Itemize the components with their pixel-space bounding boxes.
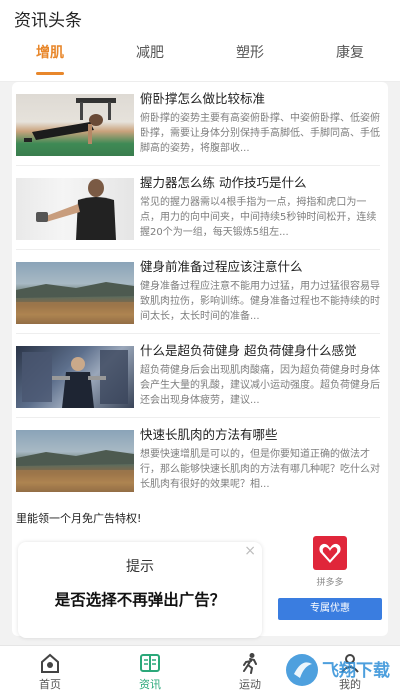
- article-text: 什么是超负荷健身 超负荷健身什么感觉 超负荷健身后会出现肌肉酸痛，因为超负荷健身…: [134, 334, 380, 416]
- profile-icon: [300, 652, 400, 674]
- list-item[interactable]: 健身前准备过程应该注意什么 健身准备过程应注意不能用力过猛，用力过猛很容易导致肌…: [16, 250, 380, 332]
- article-text: 握力器怎么练 动作技巧是什么 常见的握力器需以4根手指为一点，拇指和虎口为一点，…: [134, 166, 380, 248]
- article-summary: 健身准备过程应注意不能用力过猛，用力过猛很容易导致肌肉拉伤，影响训练。健身准备过…: [140, 281, 380, 322]
- news-icon: [100, 652, 200, 674]
- article-thumbnail: [16, 178, 134, 240]
- list-item[interactable]: 握力器怎么练 动作技巧是什么 常见的握力器需以4根手指为一点，拇指和虎口为一点，…: [16, 166, 380, 248]
- dialog-message[interactable]: 是否选择不再弹出广告？: [18, 588, 262, 610]
- article-summary: 俯卧撑的姿势主要有高姿俯卧撑、中姿俯卧撑、低姿俯卧撑，需要让身体分别保持手高脚低…: [140, 113, 380, 154]
- article-summary: 常见的握力器需以4根手指为一点，拇指和虎口为一点，用力的向中间夹，中间持续5秒钟…: [140, 197, 377, 238]
- pinduoduo-logo-icon: [313, 536, 347, 570]
- list-item[interactable]: 俯卧撑怎么做比较标准 俯卧撑的姿势主要有高姿俯卧撑、中姿俯卧撑、低姿俯卧撑，需要…: [16, 82, 380, 164]
- tab-weight-loss[interactable]: 减肥: [100, 38, 200, 81]
- page-title: 资讯头条: [14, 11, 82, 31]
- article-title: 快速长肌肉的方法有哪些: [140, 427, 278, 442]
- article-text: 健身前准备过程应该注意什么 健身准备过程应注意不能用力过猛，用力过猛很容易导致肌…: [134, 250, 380, 332]
- dialog-title: 提示: [126, 559, 154, 575]
- nav-sports[interactable]: 运动: [200, 646, 300, 693]
- tab-muscle-gain[interactable]: 增肌: [0, 38, 100, 81]
- tab-body-shaping[interactable]: 塑形: [200, 38, 300, 81]
- article-summary: 超负荷健身后会出现肌肉酸痛，因为超负荷健身时身体会产生大量的乳酸，建议减小运动强…: [140, 365, 380, 406]
- ad-banner[interactable]: 拼多多 专属优惠: [278, 536, 382, 622]
- article-summary: 想要快速增肌是可以的，但是你要知道正确的做法才行，那么能够快速长肌肉的方法有哪几…: [140, 449, 380, 490]
- article-thumbnail: [16, 430, 134, 492]
- nav-label: 运动: [239, 678, 261, 691]
- ad-brand-name: 拼多多: [316, 578, 344, 588]
- article-thumbnail: [16, 346, 134, 408]
- article-title: 健身前准备过程应该注意什么: [140, 259, 303, 274]
- tab-rehabilitation[interactable]: 康复: [300, 38, 400, 81]
- bottom-navigation: 首页 资讯 运动 我的: [0, 645, 400, 693]
- category-tabs: 增肌 减肥 塑形 康复: [0, 38, 400, 82]
- ad-offer-button[interactable]: 专属优惠: [278, 598, 382, 620]
- article-title: 什么是超负荷健身 超负荷健身什么感觉: [140, 343, 357, 358]
- article-title: 俯卧撑怎么做比较标准: [140, 91, 266, 106]
- ad-prompt-dialog: × 提示 是否选择不再弹出广告？: [18, 542, 262, 638]
- nav-profile[interactable]: 我的: [300, 646, 400, 693]
- article-text: 俯卧撑怎么做比较标准 俯卧撑的姿势主要有高姿俯卧撑、中姿俯卧撑、低姿俯卧撑，需要…: [134, 82, 380, 164]
- nav-label: 资讯: [139, 678, 161, 691]
- home-icon: [0, 652, 100, 674]
- nav-home[interactable]: 首页: [0, 646, 100, 693]
- nav-label: 我的: [339, 678, 361, 691]
- app-header: 资讯头条: [0, 0, 400, 38]
- nav-news[interactable]: 资讯: [100, 646, 200, 693]
- promo-text: 里能领一个月免广告特权!: [16, 512, 142, 525]
- article-text: 快速长肌肉的方法有哪些 想要快速增肌是可以的，但是你要知道正确的做法才行，那么能…: [134, 418, 380, 500]
- list-item[interactable]: 什么是超负荷健身 超负荷健身什么感觉 超负荷健身后会出现肌肉酸痛，因为超负荷健身…: [16, 334, 380, 416]
- article-title: 握力器怎么练 动作技巧是什么: [140, 175, 307, 190]
- nav-label: 首页: [39, 678, 61, 691]
- list-item[interactable]: 快速长肌肉的方法有哪些 想要快速增肌是可以的，但是你要知道正确的做法才行，那么能…: [16, 418, 380, 500]
- run-icon: [200, 652, 300, 674]
- article-thumbnail: [16, 94, 134, 156]
- close-icon[interactable]: ×: [244, 542, 256, 560]
- article-thumbnail: [16, 262, 134, 324]
